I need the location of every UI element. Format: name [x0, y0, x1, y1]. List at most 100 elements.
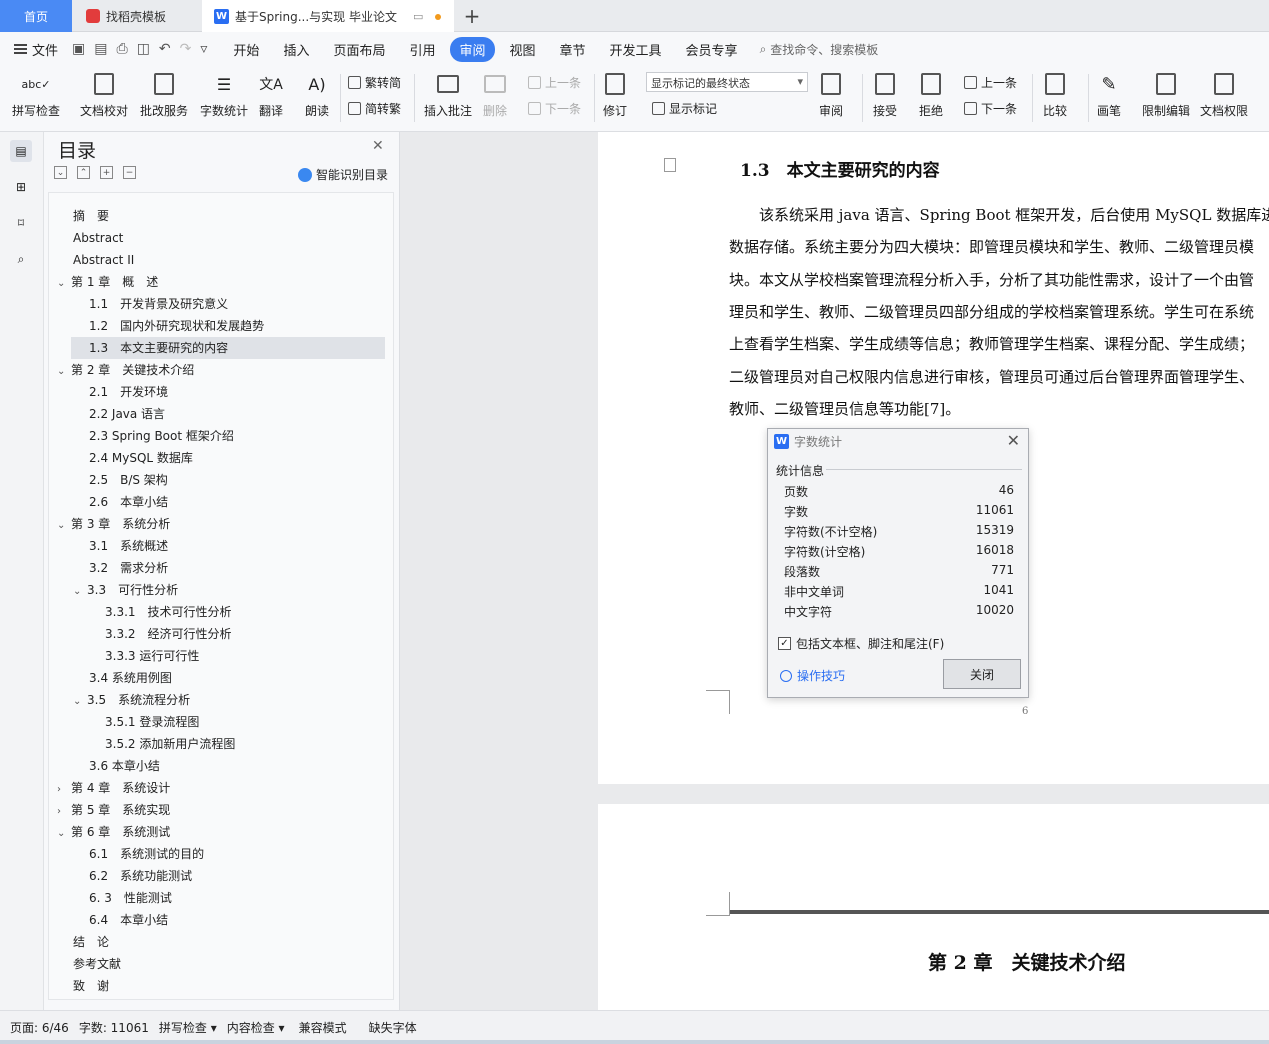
toc-item[interactable]: 2.1 开发环境 [89, 381, 168, 403]
chevron-down-icon[interactable]: ⌄ [73, 581, 87, 603]
track-changes-button[interactable]: 修订 [602, 70, 628, 119]
toc-item[interactable]: 1.1 开发背景及研究意义 [89, 293, 228, 315]
new-tab-button[interactable]: + [460, 0, 484, 32]
command-search[interactable]: ⌕ 查找命令、搜索模板 [760, 41, 879, 58]
toc-item[interactable]: 摘 要 [73, 205, 109, 227]
add-icon[interactable]: + [100, 166, 113, 179]
toc-item[interactable]: › 第 4 章 系统设计 [57, 777, 170, 799]
insert-comment-button[interactable]: 插入批注 [424, 70, 472, 119]
chapter-nav-icon[interactable]: ⊞ [10, 176, 32, 198]
toc-item[interactable]: Abstract [73, 227, 123, 249]
toc-item[interactable]: ⌄ 3.5 系统流程分析 [73, 689, 190, 711]
tab-template[interactable]: 找稻壳模板 [72, 0, 202, 32]
menu-developer[interactable]: 开发工具 [601, 37, 671, 62]
toc-item[interactable]: 结 论 [73, 931, 109, 953]
pen-button[interactable]: ✎ 画笔 [1096, 70, 1122, 119]
toc-item[interactable]: 参考文献 [73, 953, 121, 975]
toc-item[interactable]: 2.5 B/S 架构 [89, 469, 168, 491]
batch-service-button[interactable]: 批改服务 [140, 70, 188, 119]
toc-item[interactable]: ⌄ 3.3 可行性分析 [73, 579, 178, 601]
file-menu-button[interactable]: 文件 [14, 40, 58, 59]
toc-item[interactable]: 6.2 系统功能测试 [89, 865, 192, 887]
chevron-down-icon[interactable]: ⌄ [73, 691, 87, 713]
toc-panel-icon[interactable]: ▤ [10, 140, 32, 162]
show-markup-button[interactable]: 显示标记 [652, 100, 717, 117]
review-pane-button[interactable]: 审阅 [818, 70, 844, 119]
prev-comment-button[interactable]: 上一条 [528, 74, 581, 91]
toc-item[interactable]: 3.6 本章小结 [89, 755, 160, 777]
print-icon[interactable]: ⎙ [116, 41, 127, 57]
toc-item[interactable]: 1.3 本文主要研究的内容 [71, 337, 385, 359]
bookmark-icon[interactable]: ⌑ [10, 212, 32, 234]
missing-font-button[interactable]: 缺失字体 [369, 1019, 417, 1036]
proofread-button[interactable]: 文档校对 [80, 70, 128, 119]
simp-to-trad-button[interactable]: 简转繁 [348, 100, 401, 117]
tab-home[interactable]: 首页 [0, 0, 72, 32]
markup-display-select[interactable]: 显示标记的最终状态 [646, 72, 808, 92]
toc-item[interactable]: ⌄ 第 6 章 系统测试 [57, 821, 170, 843]
accept-button[interactable]: 接受 [872, 70, 898, 119]
toc-item[interactable]: 3.3.3 运行可行性 [105, 645, 199, 667]
tips-link[interactable]: 操作技巧 [780, 667, 845, 684]
toc-item[interactable]: 2.4 MySQL 数据库 [89, 447, 193, 469]
more-icon[interactable]: ▿ [200, 41, 207, 57]
menu-start[interactable]: 开始 [224, 37, 268, 62]
prev-change-button[interactable]: 上一条 [964, 74, 1017, 91]
search-panel-icon[interactable]: ⌕ [10, 248, 32, 270]
ai-toc-button[interactable]: 智能识别目录 [298, 166, 388, 183]
menu-member[interactable]: 会员专享 [677, 37, 747, 62]
menu-section[interactable]: 章节 [551, 37, 595, 62]
toc-item[interactable]: ⌄ 第 3 章 系统分析 [57, 513, 170, 535]
toc-item[interactable]: 3.1 系统概述 [89, 535, 168, 557]
word-count-button[interactable]: ☰ 字数统计 [200, 70, 248, 119]
toc-item[interactable]: 3.4 系统用例图 [89, 667, 172, 689]
tab-document[interactable]: W 基于Spring...与实现 毕业论文 ▭ [202, 0, 454, 33]
next-comment-button[interactable]: 下一条 [528, 100, 581, 117]
chevron-down-icon[interactable]: ⌄ [57, 273, 71, 295]
reject-button[interactable]: 拒绝 [918, 70, 944, 119]
trad-to-simp-button[interactable]: 繁转简 [348, 74, 401, 91]
toc-item[interactable]: 3.3.1 技术可行性分析 [105, 601, 232, 623]
chevron-down-icon[interactable]: ⌄ [57, 515, 71, 537]
toc-item[interactable]: › 第 5 章 系统实现 [57, 799, 170, 821]
doc-rights-button[interactable]: 文档权限 [1200, 70, 1248, 119]
toc-item[interactable]: 6.1 系统测试的目的 [89, 843, 204, 865]
delete-comment-button[interactable]: 删除 [482, 70, 508, 119]
menu-view[interactable]: 视图 [501, 37, 545, 62]
toc-item[interactable]: Abstract II [73, 249, 134, 271]
chevron-down-icon[interactable]: ⌄ [57, 361, 71, 383]
toc-item[interactable]: ⌄ 第 2 章 关键技术介绍 [57, 359, 194, 381]
content-check-status[interactable]: 内容检查 ▾ [227, 1019, 285, 1036]
toc-item[interactable]: 3.5.2 添加新用户流程图 [105, 733, 235, 755]
spell-check-status[interactable]: 拼写检查 ▾ [159, 1019, 217, 1036]
toc-item[interactable]: 3.5.1 登录流程图 [105, 711, 199, 733]
collapse-all-icon[interactable]: ⌄ [54, 166, 67, 179]
restrict-edit-button[interactable]: 限制编辑 [1142, 70, 1190, 119]
menu-review[interactable]: 审阅 [450, 36, 495, 62]
save-icon[interactable]: ▣ [72, 41, 85, 57]
read-aloud-button[interactable]: A) 朗读 [304, 70, 330, 119]
include-textbox-checkbox[interactable]: ✓ 包括文本框、脚注和尾注(F) [778, 635, 944, 652]
page-note-icon[interactable] [664, 158, 676, 172]
chevron-down-icon[interactable]: ⌄ [57, 823, 71, 845]
undo-icon[interactable]: ↶ [159, 41, 171, 57]
toc-item[interactable]: 2.2 Java 语言 [89, 403, 165, 425]
menu-layout[interactable]: 页面布局 [324, 37, 394, 62]
toc-item[interactable]: 2.3 Spring Boot 框架介绍 [89, 425, 234, 447]
toc-item[interactable]: 3.2 需求分析 [89, 557, 168, 579]
toc-item[interactable]: 2.6 本章小结 [89, 491, 168, 513]
chevron-right-icon[interactable]: › [57, 801, 71, 823]
next-change-button[interactable]: 下一条 [964, 100, 1017, 117]
toc-item[interactable]: 致 谢 [73, 975, 109, 997]
print-preview-icon[interactable]: ◫ [137, 41, 150, 57]
close-icon[interactable]: ✕ [372, 138, 384, 154]
chevron-right-icon[interactable]: › [57, 779, 71, 801]
page-indicator[interactable]: 页面: 6/46 [10, 1019, 69, 1036]
toc-item[interactable]: 6.4 本章小结 [89, 909, 168, 931]
close-button[interactable]: 关闭 [943, 659, 1021, 689]
toc-item[interactable]: 6. 3 性能测试 [89, 887, 172, 909]
toc-item[interactable]: 3.3.2 经济可行性分析 [105, 623, 232, 645]
word-count-indicator[interactable]: 字数: 11061 [79, 1019, 149, 1036]
toc-item[interactable]: 1.2 国内外研究现状和发展趋势 [89, 315, 264, 337]
menu-insert[interactable]: 插入 [274, 37, 318, 62]
